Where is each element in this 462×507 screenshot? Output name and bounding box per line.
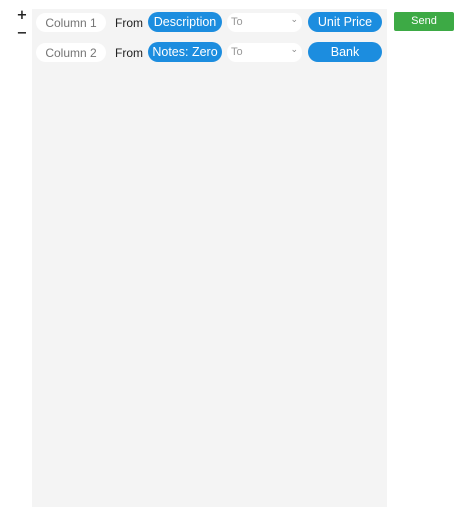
minus-icon[interactable]: − — [15, 27, 29, 40]
from-label: From — [115, 16, 143, 30]
plus-icon[interactable]: + — [15, 9, 29, 22]
column-input[interactable] — [36, 13, 106, 32]
to-select[interactable]: To ⌄ — [227, 43, 302, 62]
to-placeholder: To — [231, 16, 243, 28]
mapping-row: From Description To ⌄ Unit Price — [32, 11, 387, 33]
to-field-chip[interactable]: Bank — [308, 42, 382, 62]
mapping-row: From Notes: Zero To ⌄ Bank — [32, 41, 387, 63]
column-input[interactable] — [36, 43, 106, 62]
from-field-chip[interactable]: Notes: Zero — [148, 42, 222, 62]
send-button[interactable]: Send — [394, 12, 454, 31]
chevron-down-icon: ⌄ — [290, 15, 298, 25]
chevron-down-icon: ⌄ — [290, 45, 298, 55]
to-placeholder: To — [231, 46, 243, 58]
mapping-panel: From Description To ⌄ Unit Price From No… — [32, 9, 387, 507]
to-select[interactable]: To ⌄ — [227, 13, 302, 32]
from-field-chip[interactable]: Description — [148, 12, 222, 32]
to-field-chip[interactable]: Unit Price — [308, 12, 382, 32]
from-label: From — [115, 46, 143, 60]
mapping-page: + − From Description To ⌄ Unit Price Fro… — [0, 0, 462, 507]
